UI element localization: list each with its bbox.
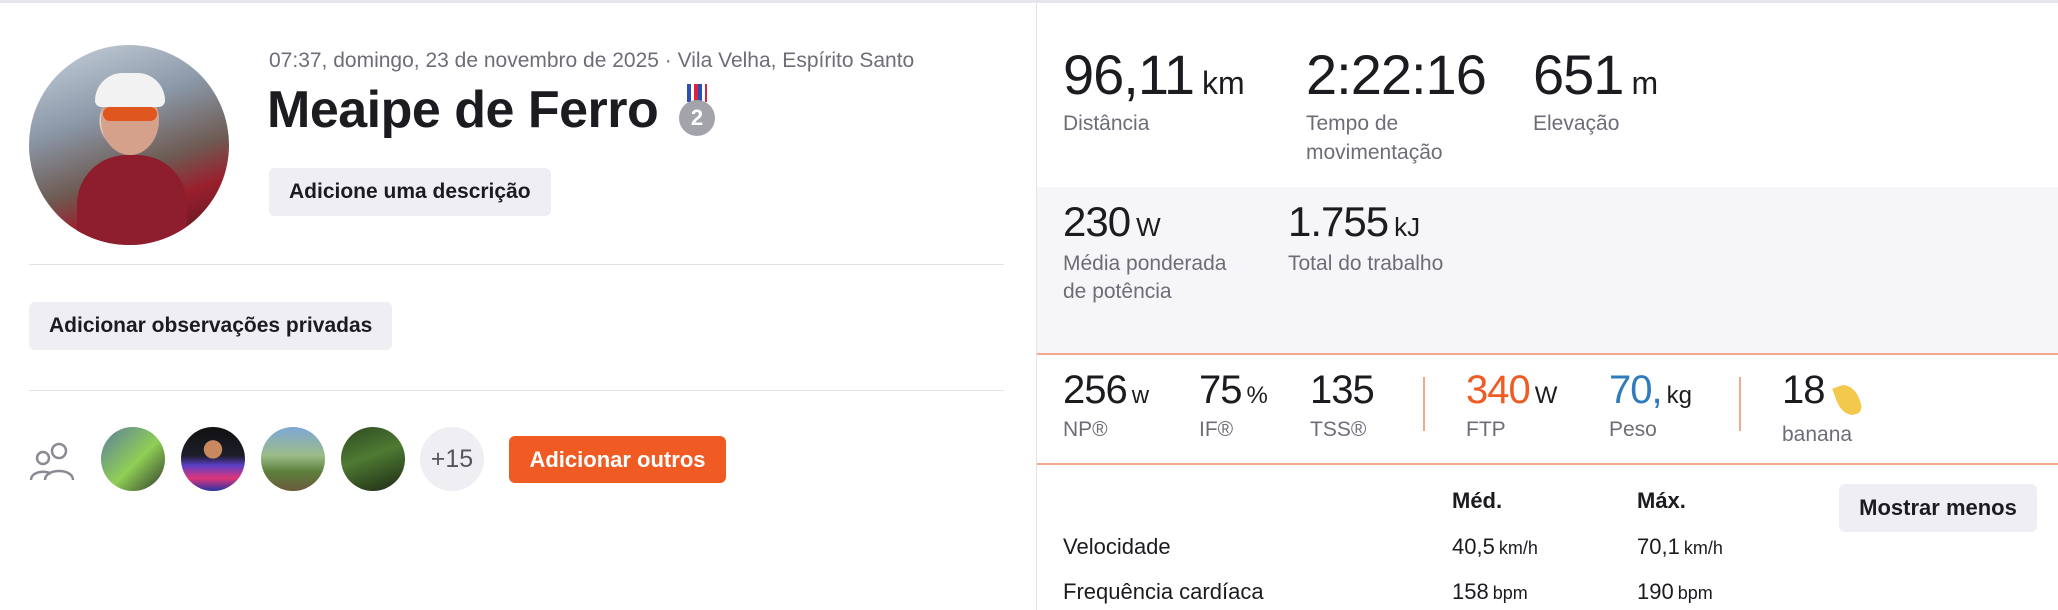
group-athlete-avatar[interactable] bbox=[101, 427, 165, 491]
cell-value: 40,5 bbox=[1452, 534, 1495, 559]
stat-elevation: 651 m Elevação bbox=[1533, 42, 1658, 138]
strip-bottom-border bbox=[1037, 463, 2058, 465]
cell-unit: bpm bbox=[1492, 583, 1528, 603]
strip-top-border bbox=[1037, 353, 2058, 355]
stat-value: 230 bbox=[1063, 198, 1131, 245]
stat-moving-time: 2:22:16 Tempo de movimentação bbox=[1306, 42, 1506, 167]
group-athlete-avatar[interactable] bbox=[341, 427, 405, 491]
stat-unit: % bbox=[1246, 382, 1268, 409]
add-private-notes-button[interactable]: Adicionar observações privadas bbox=[29, 302, 393, 350]
stat-value: 70, bbox=[1609, 368, 1663, 412]
group-athlete-avatar[interactable] bbox=[261, 427, 325, 491]
stat-value: 135 bbox=[1310, 368, 1375, 412]
top-border bbox=[0, 0, 2058, 3]
stat-unit: w bbox=[1131, 382, 1150, 409]
table-row-label: Frequência cardíaca bbox=[1063, 579, 1264, 604]
table-row-label: Velocidade bbox=[1063, 534, 1171, 559]
stat-value: 18 bbox=[1782, 368, 1825, 412]
stat-unit: W bbox=[1136, 212, 1161, 242]
activity-title: Meaipe de Ferro bbox=[267, 81, 659, 139]
divider bbox=[29, 390, 1004, 391]
column-header-avg: Méd. bbox=[1452, 488, 1503, 513]
silver-medal-icon: 2 bbox=[677, 84, 717, 140]
stat-unit: kg bbox=[1666, 382, 1692, 409]
add-description-button[interactable]: Adicione uma descrição bbox=[269, 168, 551, 216]
table-cell-max: 70,1 km/h bbox=[1637, 534, 1723, 560]
stat-separator bbox=[1739, 377, 1741, 431]
cell-unit: bpm bbox=[1677, 583, 1713, 603]
divider bbox=[29, 264, 1004, 265]
stat-separator bbox=[1423, 377, 1425, 431]
stat-unit: W bbox=[1534, 382, 1558, 409]
stat-label: Tempo de movimentação bbox=[1306, 112, 1443, 164]
stat-unit: m bbox=[1631, 65, 1659, 101]
cell-unit: km/h bbox=[1498, 538, 1538, 558]
stat-value: 340 bbox=[1466, 368, 1531, 412]
stat-unit: km bbox=[1201, 65, 1245, 101]
group-athlete-avatar[interactable] bbox=[181, 427, 245, 491]
table-cell-avg: 40,5 km/h bbox=[1452, 534, 1538, 560]
stat-label: FTP bbox=[1466, 418, 1506, 441]
stat-ftp: 340 W FTP bbox=[1466, 368, 1557, 444]
medal-rank: 2 bbox=[679, 100, 715, 136]
stat-label: Elevação bbox=[1533, 112, 1620, 135]
stat-value: 96,11 bbox=[1063, 43, 1195, 106]
athlete-avatar[interactable] bbox=[29, 45, 229, 245]
more-athletes-badge[interactable]: +15 bbox=[420, 427, 484, 491]
stat-label: IF® bbox=[1199, 418, 1234, 441]
table-cell-max: 190 bpm bbox=[1637, 579, 1713, 605]
stat-value: 1.755 bbox=[1288, 198, 1389, 245]
stat-value: 2:22:16 bbox=[1306, 43, 1487, 106]
group-people-icon bbox=[29, 442, 75, 481]
stat-banana: 18 banana bbox=[1782, 368, 1865, 449]
stat-tss: 135 TSS® bbox=[1310, 368, 1375, 444]
table-cell-avg: 158 bpm bbox=[1452, 579, 1528, 605]
stat-total-work: 1.755 kJ Total do trabalho bbox=[1288, 198, 1443, 278]
add-others-button[interactable]: Adicionar outros bbox=[509, 436, 726, 483]
stat-distance: 96,11 km Distância bbox=[1063, 42, 1245, 138]
stat-np: 256 w NP® bbox=[1063, 368, 1149, 444]
cell-value: 70,1 bbox=[1637, 534, 1680, 559]
stat-value: 651 bbox=[1533, 43, 1624, 106]
stat-weight: 70, kg Peso bbox=[1609, 368, 1692, 444]
cell-unit: km/h bbox=[1683, 538, 1723, 558]
stat-value: 75 bbox=[1199, 368, 1242, 412]
banana-icon bbox=[1831, 380, 1865, 418]
stat-label: Distância bbox=[1063, 112, 1150, 135]
stat-label: TSS® bbox=[1310, 418, 1367, 441]
stat-label: banana bbox=[1782, 422, 1853, 446]
stat-weighted-power: 230 W Média ponderada de potência bbox=[1063, 198, 1233, 306]
stat-label: Média ponderada de potência bbox=[1063, 252, 1227, 303]
stat-value: 256 bbox=[1063, 368, 1128, 412]
stat-unit: kJ bbox=[1394, 212, 1421, 242]
stat-if: 75% IF® bbox=[1199, 368, 1268, 444]
cell-value: 190 bbox=[1637, 579, 1674, 604]
stat-label: Peso bbox=[1609, 418, 1657, 441]
column-header-max: Máx. bbox=[1637, 488, 1686, 513]
cell-value: 158 bbox=[1452, 579, 1489, 604]
stat-label: Total do trabalho bbox=[1288, 252, 1444, 275]
show-less-button[interactable]: Mostrar menos bbox=[1839, 484, 2037, 532]
stat-label: NP® bbox=[1063, 418, 1108, 441]
activity-meta: 07:37, domingo, 23 de novembro de 2025 ·… bbox=[269, 49, 915, 72]
